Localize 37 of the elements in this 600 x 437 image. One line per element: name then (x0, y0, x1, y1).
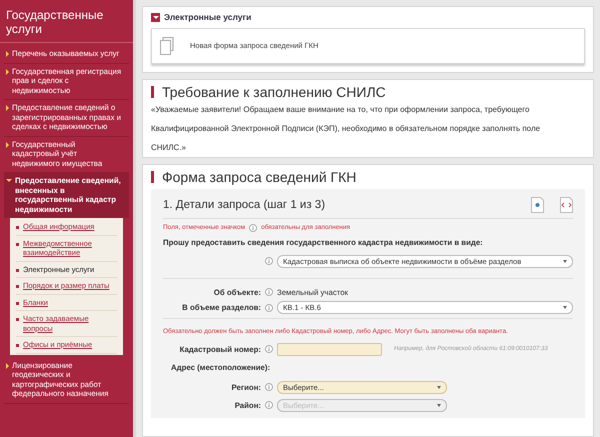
caret-icon (6, 362, 9, 368)
caret-icon (563, 306, 567, 310)
caret-icon (563, 260, 567, 263)
info-icon (249, 224, 258, 232)
document-view-icon[interactable] (531, 197, 544, 214)
info-icon (265, 383, 273, 392)
input-field[interactable] (277, 342, 382, 356)
bullet-icon (16, 268, 19, 272)
caret-icon (437, 404, 441, 407)
bullet-icon (16, 285, 19, 288)
accent-bar (151, 86, 154, 98)
caret-icon (6, 179, 12, 182)
accent-bar (151, 170, 154, 183)
info-icon (265, 257, 273, 266)
caret-icon (437, 386, 441, 389)
caret-icon (6, 51, 9, 57)
bullet-icon (16, 226, 19, 229)
sidebar-title: Государственные услуги (0, 6, 133, 43)
panel-title: Электронные услуги (164, 11, 252, 24)
step-title: 1. Детали запроса (шаг 1 из 3) (163, 198, 326, 213)
info-icon (265, 345, 273, 354)
info-icon (265, 304, 273, 312)
notice-title: Требование к заполнению СНИЛС (162, 84, 386, 100)
collapse-toggle[interactable] (151, 12, 160, 22)
info-icon (265, 401, 273, 410)
caret-icon (6, 142, 9, 148)
info-icon (265, 288, 273, 296)
caret-icon (6, 105, 9, 111)
bullet-icon (16, 344, 19, 347)
document-icon (160, 36, 174, 55)
document-code-icon[interactable] (560, 197, 573, 214)
caret-icon (6, 68, 9, 74)
bullet-icon (16, 242, 19, 246)
bullet-icon (16, 302, 19, 304)
notice-text: «Уважаемые заявители! Обращаем ваше внимание на то, что при оформлении запроса, требующего Квалифицированной Электронной Подписи (КЭП), необходимо в обязательном порядке заполнять поле СНИЛС.» (151, 104, 542, 154)
form-title: Форма запроса сведений ГКН (162, 168, 356, 185)
bullet-icon (16, 318, 19, 321)
